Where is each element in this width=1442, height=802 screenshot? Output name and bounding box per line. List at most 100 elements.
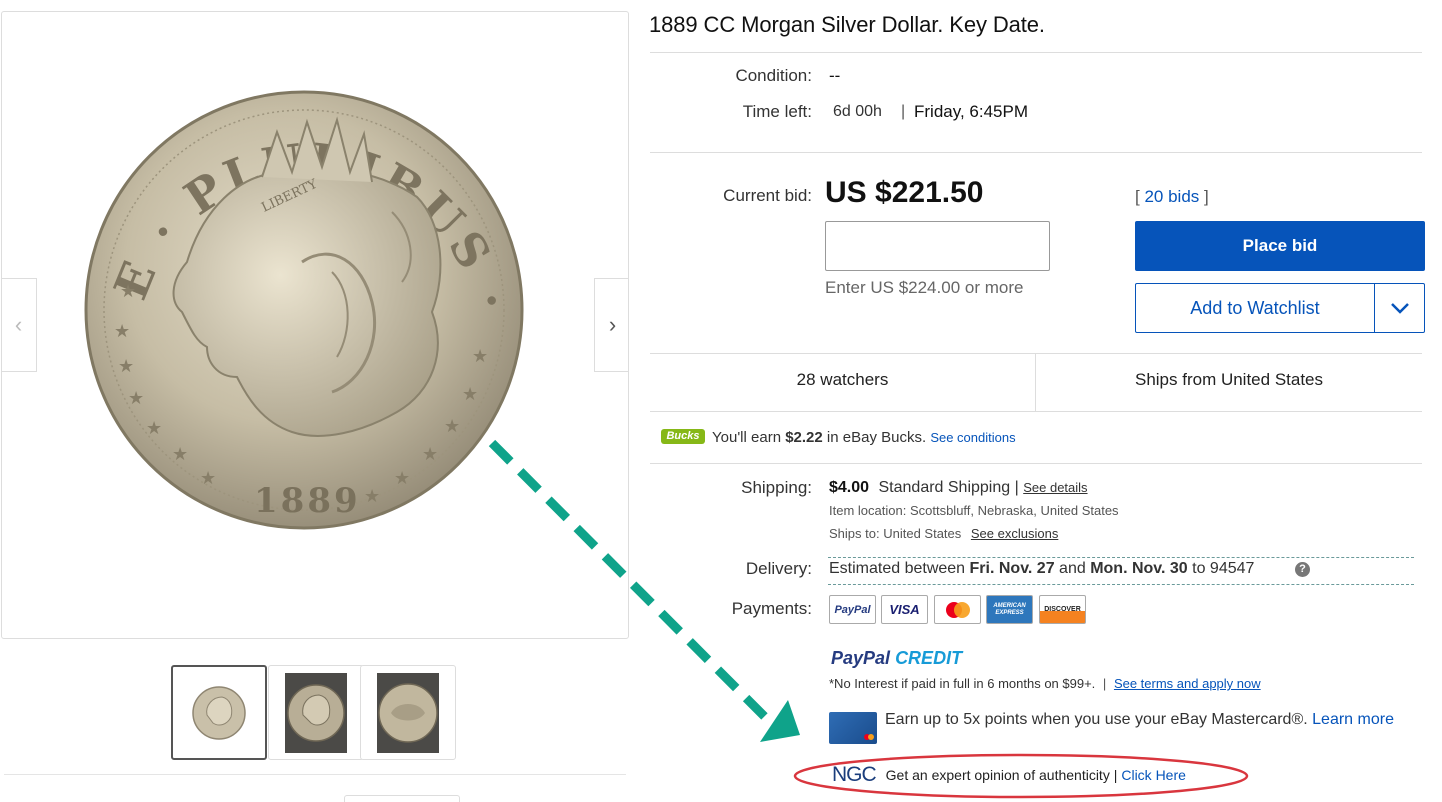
delivery-text: and xyxy=(1054,560,1091,577)
chevron-left-icon: ‹ xyxy=(14,312,23,337)
bid-count: [ 20 bids ] xyxy=(1135,187,1209,207)
delivery-date-end: Mon. Nov. 30 xyxy=(1090,560,1188,577)
paypal-credit-note: *No Interest if paid in full in 6 months… xyxy=(829,676,1261,691)
bucks-amount: $2.22 xyxy=(785,429,823,446)
divider xyxy=(650,463,1422,464)
learn-more-link[interactable]: Learn xyxy=(1312,711,1353,728)
bucks-text-prefix: You'll earn xyxy=(712,429,786,446)
end-time: Friday, 6:45PM xyxy=(914,102,1029,121)
condition-label: Condition: xyxy=(735,66,812,85)
time-left-label: Time left: xyxy=(742,102,812,121)
svg-text:★: ★ xyxy=(200,468,216,489)
help-icon[interactable]: ? xyxy=(1295,562,1310,577)
ngc-text: Get an expert opinion of authenticity | xyxy=(885,767,1118,783)
bucks-text: You'll earn $2.22 in eBay Bucks. See con… xyxy=(712,429,1016,446)
shipping-method: Standard Shipping | xyxy=(878,479,1019,496)
shipping-label: Shipping: xyxy=(741,478,812,497)
svg-text:★: ★ xyxy=(394,468,410,489)
see-conditions-link[interactable]: See conditions xyxy=(930,430,1015,445)
svg-text:★: ★ xyxy=(422,444,438,465)
see-details-link[interactable]: See details xyxy=(1023,480,1087,495)
coin-thumbnail-image xyxy=(192,685,246,740)
amex-card-icon: AMERICAN EXPRESS xyxy=(986,595,1033,624)
ships-to-label: Ships to: xyxy=(829,526,880,541)
thumbnail-2[interactable] xyxy=(268,665,364,760)
see-terms-link[interactable]: See terms and apply now xyxy=(1114,676,1261,691)
shipping-price: $4.00 xyxy=(829,479,870,496)
item-location: Item location: Scottsbluff, Nebraska, Un… xyxy=(829,503,1119,518)
delivery-estimate: Estimated between Fri. Nov. 27 and Mon. … xyxy=(829,560,1254,578)
divider xyxy=(650,411,1422,412)
credit-note-text: *No Interest if paid in full in 6 months… xyxy=(829,676,1096,691)
ngc-row: NGC Get an expert opinion of authenticit… xyxy=(832,763,1186,787)
mastercard-logo xyxy=(945,601,970,618)
ngc-click-here-link[interactable]: Click Here xyxy=(1121,767,1186,783)
delivery-text: Estimated between xyxy=(829,560,970,577)
watchers-count: 28 watchers xyxy=(796,370,889,389)
paypal-credit-logo: PayPal CREDIT xyxy=(831,648,962,669)
place-bid-button[interactable]: Place bid xyxy=(1135,221,1425,271)
bracket: ] xyxy=(1204,187,1209,206)
annotation-arrow-head xyxy=(760,700,800,742)
bucks-text-suffix: in eBay Bucks. xyxy=(822,429,927,446)
add-to-watchlist-button[interactable]: Add to Watchlist xyxy=(1135,283,1375,333)
delivery-zip: to 94547 xyxy=(1187,560,1255,577)
svg-text:★: ★ xyxy=(444,416,460,437)
visa-card-icon: VISA xyxy=(881,595,928,624)
ships-to: Ships to: United States See exclusions xyxy=(829,526,1058,541)
bid-hint: Enter US $224.00 or more xyxy=(825,278,1024,297)
mastercard-icon xyxy=(934,595,981,624)
bids-link[interactable]: 20 bids xyxy=(1144,187,1199,206)
chevron-down-icon xyxy=(1390,303,1409,314)
svg-text:★: ★ xyxy=(472,346,488,367)
card-chip xyxy=(864,734,874,740)
delivery-border-top xyxy=(828,557,1414,558)
svg-text:★: ★ xyxy=(146,418,162,439)
divider xyxy=(650,52,1422,53)
thumbnail-3[interactable] xyxy=(360,665,456,760)
separator: | xyxy=(901,103,906,120)
paypal-card-icon: PayPal xyxy=(829,595,876,624)
mastercard-offer-text: Earn up to 5x points when you use your e… xyxy=(885,711,1308,728)
watchlist-options-button[interactable] xyxy=(1374,283,1425,333)
discover-card-icon: DISCOVER xyxy=(1039,595,1086,624)
coin-thumbnail-image xyxy=(285,672,347,753)
item-title: 1889 CC Morgan Silver Dollar. Key Date. xyxy=(649,12,1045,37)
tab-stub xyxy=(344,795,460,802)
learn-more-link[interactable]: more xyxy=(1358,711,1394,728)
time-left-value: 6d 00h xyxy=(833,103,882,120)
svg-text:★: ★ xyxy=(128,388,144,409)
ngc-logo: NGC xyxy=(832,763,877,786)
svg-text:★: ★ xyxy=(462,384,478,405)
ebay-mastercard-icon xyxy=(829,712,877,744)
payments-label: Payments: xyxy=(731,599,812,618)
coin-image: E · PLURIBUS · UNUM ★★★ ★★★★ ★★★★★★ LIBE… xyxy=(2,12,524,530)
thumbnail-1[interactable] xyxy=(171,665,267,760)
ebay-bucks-badge: Bucks xyxy=(661,429,705,444)
svg-text:★: ★ xyxy=(172,444,188,465)
location-label: Item location: xyxy=(829,503,907,518)
svg-text:★: ★ xyxy=(118,356,134,377)
next-image-button[interactable]: › xyxy=(594,278,628,372)
shipping-info: $4.00 Standard Shipping | See details xyxy=(829,479,1088,497)
current-bid-value: US $221.50 xyxy=(825,176,984,209)
previous-image-button[interactable]: ‹ xyxy=(2,278,37,372)
bid-amount-input[interactable] xyxy=(825,221,1050,271)
divider xyxy=(650,353,1422,354)
see-exclusions-link[interactable]: See exclusions xyxy=(971,526,1058,541)
bracket: [ xyxy=(1135,187,1140,206)
paypal-text: PayPal xyxy=(831,648,891,668)
coin-thumbnail-image xyxy=(377,672,439,753)
ships-from: Ships from United States xyxy=(1134,370,1324,389)
mastercard-offer: Earn up to 5x points when you use your e… xyxy=(885,709,1410,730)
main-image-viewer[interactable]: E · PLURIBUS · UNUM ★★★ ★★★★ ★★★★★★ LIBE… xyxy=(1,11,629,639)
separator: | xyxy=(1102,676,1107,691)
svg-text:★: ★ xyxy=(120,281,136,302)
credit-text: CREDIT xyxy=(895,648,963,668)
svg-text:★: ★ xyxy=(114,321,130,342)
current-bid-label: Current bid: xyxy=(723,186,812,205)
delivery-date-start: Fri. Nov. 27 xyxy=(969,560,1055,577)
condition-value: -- xyxy=(829,66,841,85)
svg-text:★: ★ xyxy=(364,486,380,507)
ships-to-value: United States xyxy=(883,526,962,541)
